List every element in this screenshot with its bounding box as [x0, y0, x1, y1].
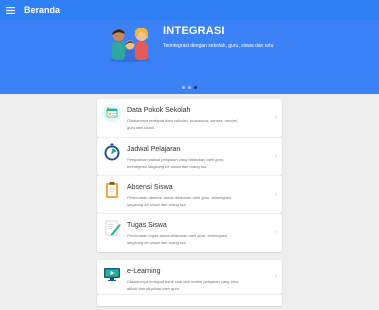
carousel-dot[interactable] [182, 86, 185, 89]
carousel-indicator [182, 86, 197, 89]
menu-item-title: Jadwal Pelajaran [127, 146, 181, 153]
menu-item-title: e-Learning [127, 268, 161, 275]
chevron-right-icon: › [274, 152, 277, 160]
school-data-icon [103, 104, 121, 122]
chevron-right-icon: › [274, 229, 277, 236]
menu-item-title: Absensi Siswa [127, 184, 173, 191]
menu-item-description: Didalamnya terdapat data sekolah, prasar… [127, 118, 238, 130]
carousel-dot[interactable] [188, 86, 191, 89]
menu-item-jadwal-pelajaran[interactable]: Jadwal Pelajaran Pengaturan jadwal pelaj… [97, 137, 282, 175]
menu-item-tugas-siswa[interactable]: Tugas Siswa Pembuatan tugas siswa dilaku… [97, 213, 282, 252]
pencil-icon [105, 220, 121, 236]
chevron-right-icon: › [274, 190, 277, 198]
menu-item-partial[interactable] [97, 294, 282, 306]
menu-item-description: Pengaturan jadwal pelajaran yang dilakuk… [127, 157, 225, 169]
hero-subtitle: Terintegrasi dengan sekolah, guru, siswa… [163, 43, 274, 49]
menu-item-data-pokok-sekolah[interactable]: Data Pokok Sekolah Didalamnya terdapat d… [97, 99, 282, 137]
menu-item-title: Tugas Siswa [127, 222, 167, 229]
menu-item-description: Didalamnya terdapat bank soal dan materi… [127, 279, 238, 291]
chevron-right-icon: › [274, 114, 277, 121]
menu-item-title: Data Pokok Sekolah [127, 107, 191, 114]
menu-item-e-learning[interactable]: e-Learning Didalamnya terdapat bank soal… [97, 260, 282, 294]
family-illustration-icon [110, 27, 150, 62]
carousel-dot-active[interactable] [194, 86, 197, 89]
timer-icon [104, 143, 120, 161]
menu-item-absensi-siswa[interactable]: Absensi Siswa Pembuatan absensi siswa di… [97, 175, 282, 213]
hamburger-menu-icon[interactable] [0, 0, 20, 20]
hero-title: INTEGRASI [163, 25, 225, 37]
menu-item-description: Pembuatan tugas siswa dilakukan oleh gur… [127, 233, 228, 245]
clipboard-icon [106, 182, 118, 198]
app-bar-title: Beranda [24, 5, 61, 15]
chevron-right-icon: › [274, 273, 277, 280]
app-bar: Beranda [0, 0, 379, 20]
hero-banner[interactable]: INTEGRASI Terintegrasi dengan sekolah, g… [0, 20, 379, 94]
elearning-monitor-icon [104, 268, 120, 281]
menu-list: Data Pokok Sekolah Didalamnya terdapat d… [97, 99, 282, 306]
menu-item-description: Pembuatan absensi siswa dilakukan oleh g… [127, 195, 232, 207]
